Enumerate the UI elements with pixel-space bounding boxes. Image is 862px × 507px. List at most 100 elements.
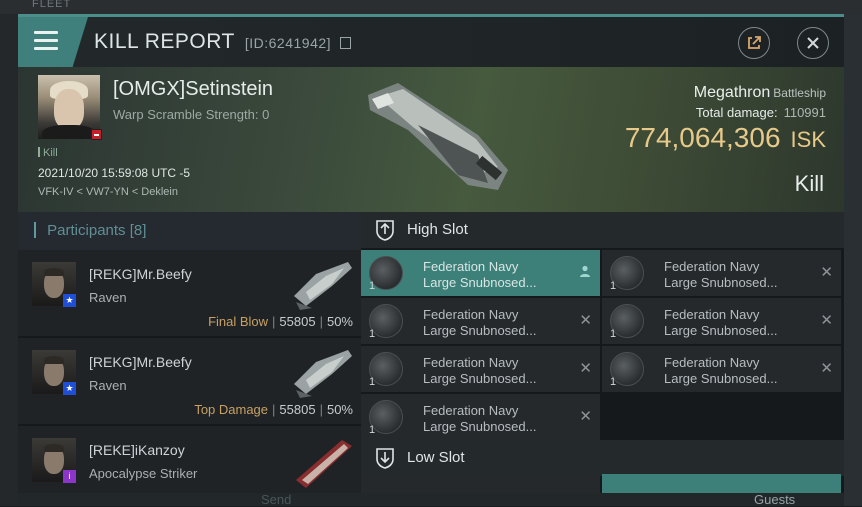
- star-badge-icon: ★: [63, 294, 76, 307]
- module-slot[interactable]: 1 Federation Navy Large Snubnosed... ✕: [361, 346, 600, 392]
- low-slot-module-partial[interactable]: [602, 474, 841, 493]
- window-title: KILL REPORT [ID:6241942]: [94, 30, 352, 54]
- total-damage-label: Total damage:: [695, 105, 778, 120]
- menu-button[interactable]: [18, 17, 88, 67]
- module-name: Federation Navy Large Snubnosed...: [664, 307, 778, 338]
- kill-location[interactable]: VFK-IV < VW7-YN < Deklein: [38, 186, 178, 198]
- destroyed-icon: ✕: [820, 312, 833, 329]
- module-name: Federation Navy Large Snubnosed...: [664, 355, 778, 386]
- kill-datetime: 2021/10/20 15:59:08 UTC -5: [38, 166, 191, 180]
- high-slot-label: High Slot: [407, 221, 468, 238]
- high-slot-icon: [376, 220, 394, 241]
- isk-unit: ISK: [790, 127, 826, 152]
- report-id: [ID:6241942]: [244, 35, 332, 51]
- victim-panel: [OMGX]Setinstein Warp Scramble Strength:…: [18, 67, 844, 212]
- isk-value: 774,064,306 ISK: [625, 122, 826, 154]
- victim-name[interactable]: [OMGX]Setinstein: [113, 78, 273, 101]
- kill-result: Kill: [794, 171, 824, 196]
- participant-tag: Final Blow: [208, 314, 269, 329]
- participant-damage: 55805: [279, 314, 316, 329]
- ship-name-text: Megathron: [693, 84, 771, 101]
- ship-class: Battleship: [773, 86, 826, 100]
- background-fleet-text: FLEET: [32, 0, 72, 10]
- participant-ship: Raven: [89, 290, 127, 305]
- participants-header[interactable]: Participants [8]: [18, 212, 361, 250]
- participant-ship-image: [294, 350, 352, 398]
- module-slot[interactable]: 1 Federation Navy Large Snubnosed... ✕: [361, 394, 600, 440]
- background-send-label: Send: [261, 492, 292, 507]
- participants-panel: Participants [8] ★ [REKG]Mr.Beefy Raven …: [18, 212, 361, 493]
- kill-tag: Kill: [38, 147, 58, 159]
- victim-ship-image[interactable]: [358, 75, 518, 200]
- module-quantity: 1: [610, 328, 617, 340]
- participant-stats: Final Blow | 55805 | 50%: [208, 314, 353, 329]
- title-bar: KILL REPORT [ID:6241942]: [18, 17, 844, 67]
- participant-row[interactable]: i [REKE]iKanzoy Apocalypse Striker: [18, 426, 361, 493]
- module-name: Federation Navy Large Snubnosed...: [423, 259, 537, 290]
- destroyed-icon: ✕: [579, 312, 592, 329]
- module-slot[interactable]: 1 Federation Navy Large Snubnosed... ✕: [602, 250, 841, 296]
- background-guests-label: Guests: [754, 492, 796, 507]
- low-slot-label: Low Slot: [407, 449, 465, 466]
- module-slot[interactable]: 1 Federation Navy Large Snubnosed... ✕: [602, 298, 841, 344]
- victim-corp-badge: [91, 129, 102, 140]
- close-icon: [807, 37, 819, 49]
- background-right-panel: [844, 14, 862, 506]
- star-badge-icon: ★: [63, 382, 76, 395]
- module-quantity: 1: [369, 376, 376, 388]
- module-slot[interactable]: 1 Federation Navy Large Snubnosed...: [361, 250, 600, 296]
- participant-row[interactable]: ★ [REKG]Mr.Beefy Raven Final Blow | 55805 |…: [18, 250, 361, 338]
- participant-name: [REKG]Mr.Beefy: [89, 354, 192, 370]
- info-badge-icon: i: [63, 470, 76, 483]
- total-damage: Total damage: 110991: [696, 105, 826, 120]
- fitting-panel: High Slot 1 Federation Navy Large Snubnos…: [361, 212, 844, 493]
- participant-name: [REKG]Mr.Beefy: [89, 266, 192, 282]
- total-damage-value: 110991: [783, 105, 826, 120]
- destroyed-icon: ✕: [820, 360, 833, 377]
- destroyed-icon: ✕: [820, 264, 833, 281]
- module-name: Federation Navy Large Snubnosed...: [423, 403, 537, 434]
- low-slot-header[interactable]: Low Slot: [361, 440, 844, 476]
- participant-percent: 50%: [326, 314, 353, 329]
- participant-stats: Top Damage | 55805 | 50%: [194, 402, 353, 417]
- low-slot-module-partial[interactable]: [361, 474, 600, 493]
- close-button[interactable]: [797, 27, 829, 59]
- participant-damage: 55805: [279, 402, 316, 417]
- participants-count: [8]: [129, 222, 147, 239]
- module-name: Federation Navy Large Snubnosed...: [423, 307, 537, 338]
- participant-ship-image: [296, 440, 352, 488]
- kill-report-window: KILL REPORT [ID:6241942] [OMGX]Setinstei…: [18, 14, 844, 493]
- participant-ship-image: [294, 262, 352, 310]
- module-name: Federation Navy Large Snubnosed...: [423, 355, 537, 386]
- participant-tag: Top Damage: [194, 402, 269, 417]
- high-slot-header[interactable]: High Slot: [361, 212, 844, 248]
- module-slot[interactable]: 1 Federation Navy Large Snubnosed... ✕: [602, 346, 841, 392]
- participant-ship: Raven: [89, 378, 127, 393]
- participants-title: Participants: [47, 222, 126, 239]
- share-icon: [748, 36, 761, 49]
- menu-icon: [34, 31, 58, 51]
- module-quantity: 1: [610, 376, 617, 388]
- module-slot[interactable]: 1 Federation Navy Large Snubnosed... ✕: [361, 298, 600, 344]
- participant-name: [REKE]iKanzoy: [89, 442, 185, 458]
- copy-icon[interactable]: [340, 37, 352, 49]
- module-quantity: 1: [610, 280, 617, 292]
- victim-ship-name[interactable]: Megathron Battleship: [694, 84, 826, 102]
- module-name: Federation Navy Large Snubnosed...: [664, 259, 778, 290]
- module-quantity: 1: [369, 424, 376, 436]
- participants-label: Participants [8]: [34, 222, 146, 239]
- background-top-bar: FLEET: [0, 0, 862, 14]
- destroyed-icon: ✕: [579, 360, 592, 377]
- warp-scramble-strength: Warp Scramble Strength: 0: [113, 107, 270, 122]
- isk-amount: 774,064,306: [624, 122, 781, 153]
- background-left-panel: [0, 14, 18, 506]
- module-quantity: 1: [369, 328, 376, 340]
- participant-ship: Apocalypse Striker: [89, 466, 198, 481]
- destroyed-icon: ✕: [579, 408, 592, 425]
- title-text: KILL REPORT: [94, 30, 235, 53]
- share-button[interactable]: [738, 27, 770, 59]
- person-icon: [580, 265, 590, 277]
- participant-row[interactable]: ★ [REKG]Mr.Beefy Raven Top Damage | 55805 |…: [18, 338, 361, 426]
- participant-percent: 50%: [326, 402, 353, 417]
- low-slot-icon: [376, 448, 394, 469]
